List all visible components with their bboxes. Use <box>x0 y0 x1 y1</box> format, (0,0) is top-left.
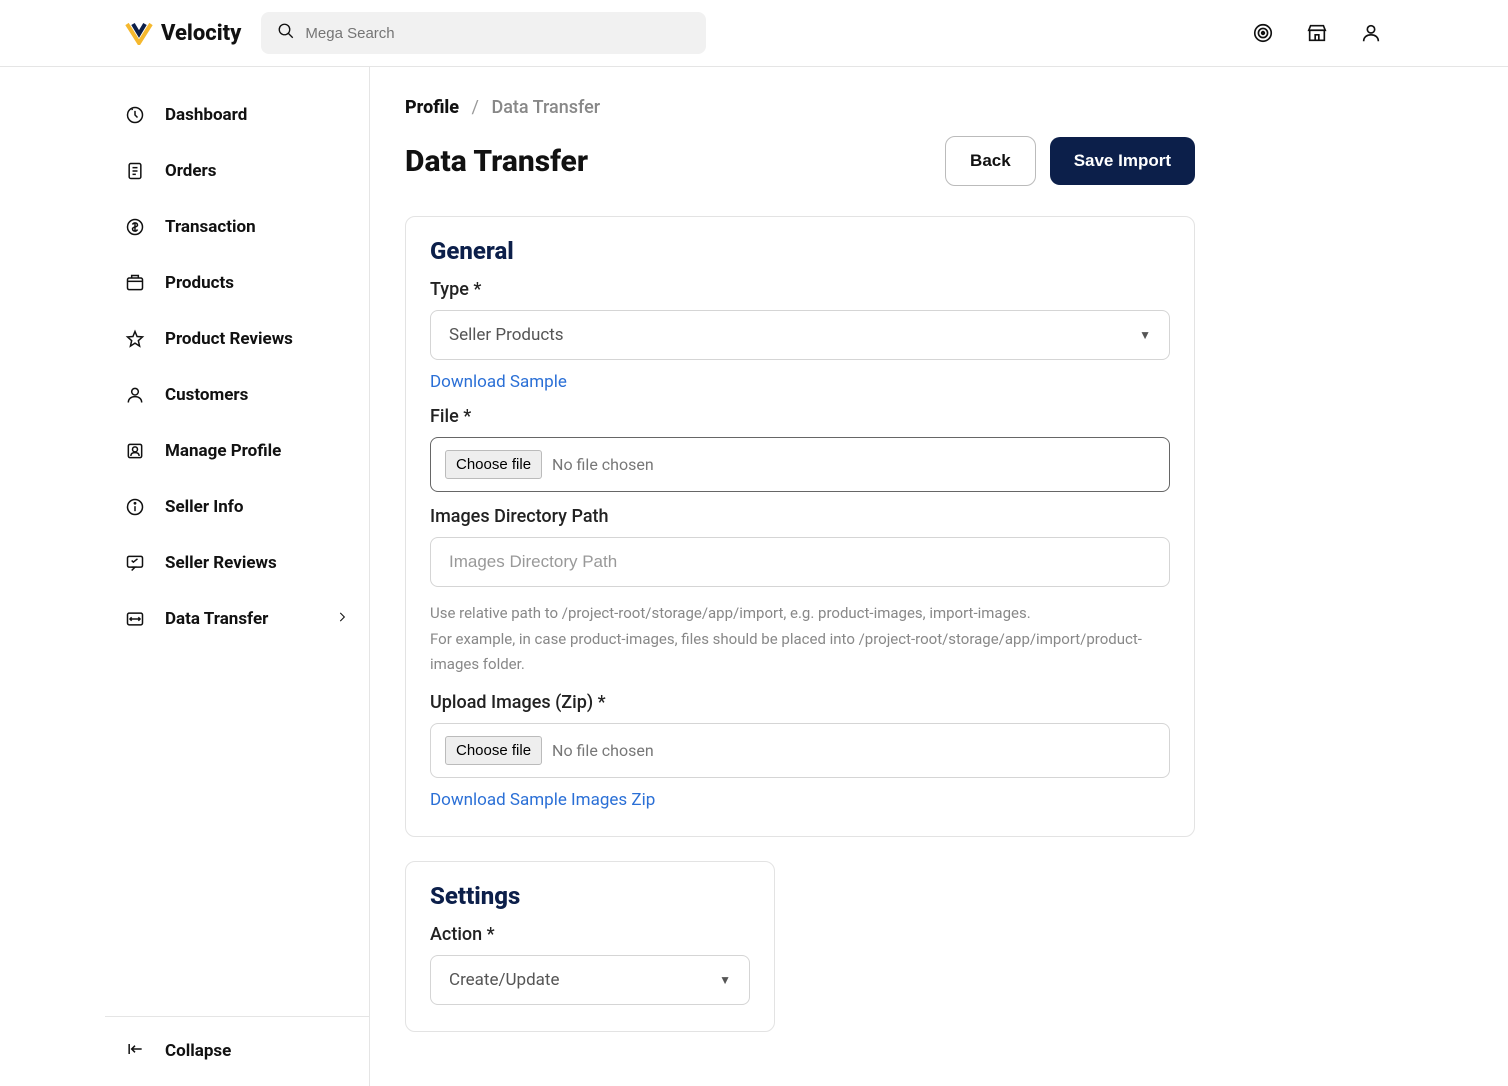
sidebar-item-label: Seller Reviews <box>165 553 277 573</box>
settings-title: Settings <box>430 882 750 910</box>
action-select[interactable]: Create/Update ▼ <box>430 955 750 1005</box>
save-import-button[interactable]: Save Import <box>1050 137 1195 185</box>
help-line-1: Use relative path to /project-root/stora… <box>430 601 1170 627</box>
header-icons <box>1251 21 1383 45</box>
sidebar-item-dashboard[interactable]: Dashboard <box>105 87 369 143</box>
images-path-label: Images Directory Path <box>430 506 1170 527</box>
upload-zip-input[interactable]: Choose file No file chosen <box>430 723 1170 778</box>
file-label: File * <box>430 406 1170 427</box>
page-header: Data Transfer Back Save Import <box>405 136 1195 186</box>
help-line-2: For example, in case product-images, fil… <box>430 627 1170 678</box>
sidebar-item-label: Orders <box>165 161 217 181</box>
upload-zip-label: Upload Images (Zip) * <box>430 692 1170 713</box>
download-sample-link[interactable]: Download Sample <box>430 372 567 392</box>
sidebar-item-customers[interactable]: Customers <box>105 367 369 423</box>
logo-icon <box>125 21 153 45</box>
caret-down-icon: ▼ <box>1139 328 1151 342</box>
collapse-button[interactable]: Collapse <box>105 1016 369 1086</box>
sidebar-item-seller-reviews[interactable]: Seller Reviews <box>105 535 369 591</box>
collapse-label: Collapse <box>165 1041 231 1061</box>
breadcrumb-separator: / <box>472 97 479 118</box>
search-bar[interactable] <box>261 12 706 54</box>
caret-down-icon: ▼ <box>719 973 731 987</box>
general-title: General <box>430 237 1170 265</box>
action-label: Action * <box>430 924 750 945</box>
sidebar-item-orders[interactable]: Orders <box>105 143 369 199</box>
review-icon <box>125 553 145 573</box>
star-icon <box>125 329 145 349</box>
sidebar-item-label: Seller Info <box>165 497 243 517</box>
images-path-input[interactable] <box>430 537 1170 587</box>
breadcrumb-profile[interactable]: Profile <box>405 97 459 118</box>
info-icon <box>125 497 145 517</box>
search-icon <box>277 22 295 44</box>
back-button[interactable]: Back <box>945 136 1036 186</box>
choose-zip-button[interactable]: Choose file <box>445 736 542 765</box>
sidebar-item-label: Transaction <box>165 217 256 237</box>
page-title: Data Transfer <box>405 144 945 179</box>
breadcrumb: Profile / Data Transfer <box>405 97 1195 118</box>
sidebar-item-products[interactable]: Products <box>105 255 369 311</box>
sidebar-item-data-transfer[interactable]: Data Transfer <box>105 591 369 647</box>
chevron-right-icon <box>335 609 349 629</box>
profile-icon <box>125 441 145 461</box>
target-icon[interactable] <box>1251 21 1275 45</box>
choose-file-button[interactable]: Choose file <box>445 450 542 479</box>
sidebar-item-label: Product Reviews <box>165 329 293 349</box>
download-sample-zip-link[interactable]: Download Sample Images Zip <box>430 790 655 810</box>
file-input[interactable]: Choose file No file chosen <box>430 437 1170 492</box>
search-input[interactable] <box>305 25 690 42</box>
settings-card: Settings Action * Create/Update ▼ <box>405 861 775 1032</box>
header: Velocity <box>0 0 1508 67</box>
sidebar: Dashboard Orders Transaction Products Pr… <box>105 67 370 1086</box>
logo[interactable]: Velocity <box>125 21 241 46</box>
no-file-text: No file chosen <box>552 455 654 474</box>
sidebar-item-label: Manage Profile <box>165 441 281 461</box>
products-icon <box>125 273 145 293</box>
store-icon[interactable] <box>1305 21 1329 45</box>
dashboard-icon <box>125 105 145 125</box>
sidebar-item-label: Dashboard <box>165 105 247 125</box>
general-card: General Type * Seller Products ▼ Downloa… <box>405 216 1195 837</box>
sidebar-item-manage-profile[interactable]: Manage Profile <box>105 423 369 479</box>
type-label: Type * <box>430 279 1170 300</box>
transfer-icon <box>125 609 145 629</box>
sidebar-item-label: Products <box>165 273 234 293</box>
no-zip-file-text: No file chosen <box>552 741 654 760</box>
sidebar-item-transaction[interactable]: Transaction <box>105 199 369 255</box>
type-select[interactable]: Seller Products ▼ <box>430 310 1170 360</box>
sidebar-item-product-reviews[interactable]: Product Reviews <box>105 311 369 367</box>
sidebar-item-label: Customers <box>165 385 248 405</box>
customers-icon <box>125 385 145 405</box>
help-text: Use relative path to /project-root/stora… <box>430 601 1170 678</box>
orders-icon <box>125 161 145 181</box>
sidebar-item-label: Data Transfer <box>165 609 268 629</box>
user-icon[interactable] <box>1359 21 1383 45</box>
breadcrumb-current: Data Transfer <box>491 97 600 118</box>
collapse-icon <box>125 1039 145 1064</box>
transaction-icon <box>125 217 145 237</box>
main-content: Profile / Data Transfer Data Transfer Ba… <box>370 67 1230 1086</box>
sidebar-item-seller-info[interactable]: Seller Info <box>105 479 369 535</box>
brand-name: Velocity <box>161 21 241 46</box>
action-value: Create/Update <box>449 970 560 990</box>
type-value: Seller Products <box>449 325 564 345</box>
